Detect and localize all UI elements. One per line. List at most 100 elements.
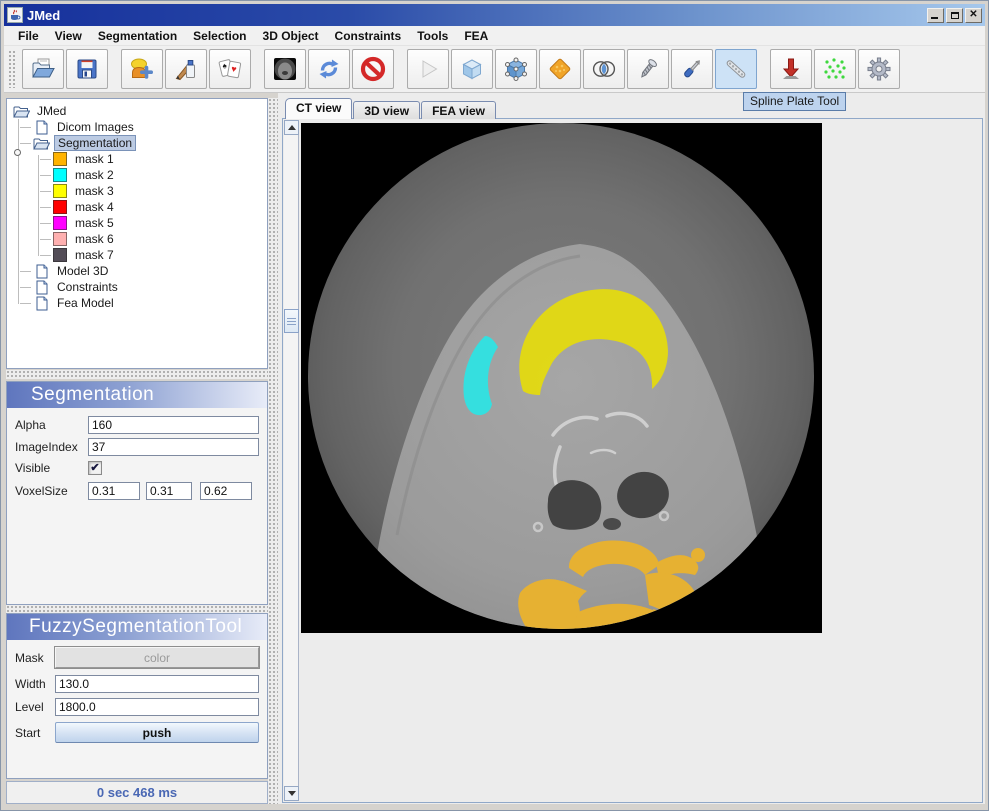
tree-node-mask-7[interactable]: mask 7: [9, 247, 265, 263]
segmentation-panel-title: Segmentation: [7, 382, 267, 408]
green-dots-icon: [822, 56, 848, 82]
screw-button[interactable]: [627, 49, 669, 89]
point-cloud-button[interactable]: [814, 49, 856, 89]
plate-diamond-button[interactable]: [539, 49, 581, 89]
close-button[interactable]: ✕: [965, 8, 982, 23]
tree-node-mask-2[interactable]: mask 2: [9, 167, 265, 183]
scrollbar-thumb[interactable]: [284, 309, 299, 333]
paint-tool-button[interactable]: [165, 49, 207, 89]
tree-node-label[interactable]: Fea Model: [54, 296, 117, 310]
voxel-z-input[interactable]: [200, 482, 252, 500]
tab-ct-view[interactable]: CT view: [285, 98, 352, 119]
level-input[interactable]: [55, 698, 259, 716]
tree-node-label[interactable]: mask 3: [72, 184, 117, 198]
tree-node-constraints[interactable]: Constraints: [9, 279, 265, 295]
cube-points-button[interactable]: [495, 49, 537, 89]
scroll-down-button[interactable]: [284, 786, 299, 801]
tree-node-label[interactable]: mask 2: [72, 168, 117, 182]
scroll-up-button[interactable]: [284, 120, 299, 135]
save-button[interactable]: [66, 49, 108, 89]
tree-node-model-3d[interactable]: Model 3D: [9, 263, 265, 279]
ct-slice-icon: [272, 56, 298, 82]
toolbar-drag-handle[interactable]: [8, 50, 16, 88]
split-divider-horizontal[interactable]: [6, 370, 268, 379]
visible-label: Visible: [15, 461, 88, 475]
width-input[interactable]: [55, 675, 259, 693]
elapsed-time: 0 sec 468 ms: [97, 785, 177, 800]
menu-constraints[interactable]: Constraints: [327, 27, 410, 45]
tree-expand-handle[interactable]: [14, 149, 21, 156]
tree-node-jmed[interactable]: JMed: [9, 103, 265, 119]
ct-slice-button[interactable]: [264, 49, 306, 89]
voxel-x-input[interactable]: [88, 482, 140, 500]
voxel-y-input[interactable]: [146, 482, 192, 500]
tree-node-label[interactable]: Constraints: [54, 280, 121, 294]
tree-node-label[interactable]: mask 7: [72, 248, 117, 262]
minimize-button[interactable]: [927, 8, 944, 23]
open-button[interactable]: [22, 49, 64, 89]
document-icon: [33, 264, 50, 279]
tree-node-mask-3[interactable]: mask 3: [9, 183, 265, 199]
tree-node-segmentation[interactable]: Segmentation: [9, 135, 265, 151]
intersection-button[interactable]: [583, 49, 625, 89]
menu-tools[interactable]: Tools: [409, 27, 456, 45]
split-divider-vertical[interactable]: [268, 98, 278, 804]
alpha-input[interactable]: [88, 416, 259, 434]
tree-node-fea-model[interactable]: Fea Model: [9, 295, 265, 311]
spline-plate-button[interactable]: [715, 49, 757, 89]
menu-selection[interactable]: Selection: [185, 27, 254, 45]
import-down-button[interactable]: [770, 49, 812, 89]
ct-canvas[interactable]: [300, 119, 982, 802]
tree-node-label[interactable]: Segmentation: [54, 135, 136, 151]
menu-view[interactable]: View: [47, 27, 90, 45]
cards-icon: ♠♥: [217, 56, 243, 82]
stop-button[interactable]: [352, 49, 394, 89]
menu-segmentation[interactable]: Segmentation: [90, 27, 185, 45]
menu-file[interactable]: File: [10, 27, 47, 45]
window-title: JMed: [27, 8, 60, 23]
tree-node-label[interactable]: mask 1: [72, 152, 117, 166]
mask-color-button[interactable]: color: [55, 647, 259, 668]
tree-node-label[interactable]: Model 3D: [54, 264, 111, 278]
tree-node-mask-1[interactable]: mask 1: [9, 151, 265, 167]
tab-fea-view[interactable]: FEA view: [421, 101, 496, 119]
screwdriver-button[interactable]: [671, 49, 713, 89]
segmentation-panel: Segmentation Alpha ImageIndex Visible ✔ …: [6, 381, 268, 605]
ct-scan-image[interactable]: [301, 123, 822, 633]
image-index-input[interactable]: [88, 438, 259, 456]
tab-3d-view[interactable]: 3D view: [353, 101, 420, 119]
cube-points-icon: [503, 56, 529, 82]
start-push-button[interactable]: push: [55, 722, 259, 743]
slice-scrollbar[interactable]: [284, 120, 299, 801]
settings-button[interactable]: [858, 49, 900, 89]
tree-node-mask-4[interactable]: mask 4: [9, 199, 265, 215]
mask-color-swatch: [53, 184, 67, 198]
tree-node-label[interactable]: mask 4: [72, 200, 117, 214]
tree-node-label[interactable]: JMed: [34, 104, 69, 118]
arrow-up-icon: [288, 125, 296, 130]
cube-button[interactable]: [451, 49, 493, 89]
open-folder-icon: [30, 56, 56, 82]
tree-node-mask-5[interactable]: mask 5: [9, 215, 265, 231]
cards-button[interactable]: ♠♥: [209, 49, 251, 89]
voxel-size-label: VoxelSize: [15, 484, 88, 498]
tree-node-label[interactable]: mask 6: [72, 232, 117, 246]
tree-node-label[interactable]: Dicom Images: [54, 120, 137, 134]
menu-3d-object[interactable]: 3D Object: [255, 27, 327, 45]
tree-node-label[interactable]: mask 5: [72, 216, 117, 230]
play-button[interactable]: [407, 49, 449, 89]
document-icon: [33, 280, 50, 295]
add-mask-button[interactable]: [121, 49, 163, 89]
visible-checkbox[interactable]: ✔: [88, 461, 102, 475]
arrow-down-icon: [288, 791, 296, 796]
refresh-icon: [316, 56, 342, 82]
refresh-button[interactable]: [308, 49, 350, 89]
gear-icon: [866, 56, 892, 82]
menu-bar: File View Segmentation Selection 3D Obje…: [4, 26, 985, 46]
tree-node-mask-6[interactable]: mask 6: [9, 231, 265, 247]
add-mask-icon: [129, 56, 155, 82]
tree-node-dicom-images[interactable]: Dicom Images: [9, 119, 265, 135]
maximize-button[interactable]: [946, 8, 963, 23]
venn-icon: [591, 56, 617, 82]
menu-fea[interactable]: FEA: [456, 27, 496, 45]
